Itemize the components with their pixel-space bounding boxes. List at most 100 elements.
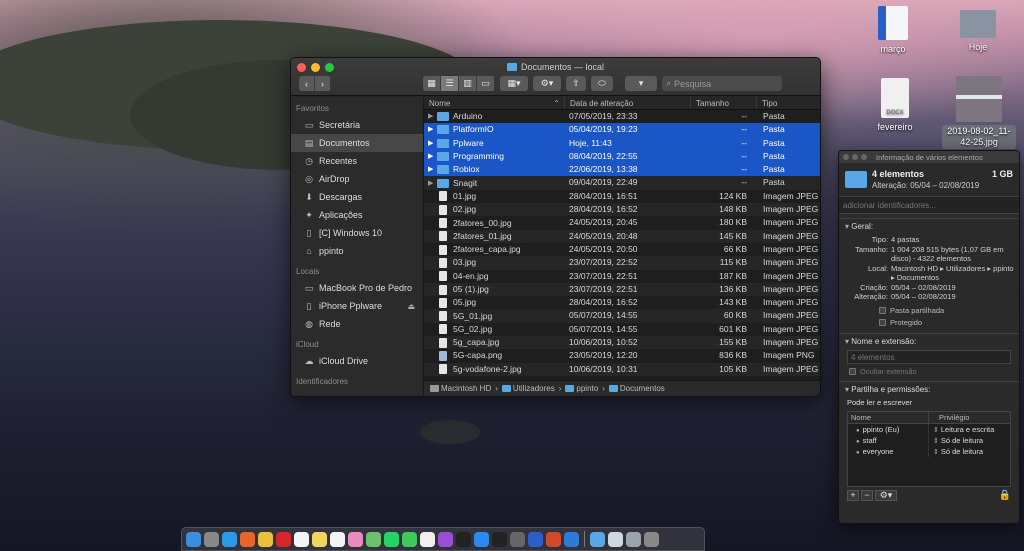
chrome-icon[interactable] (258, 531, 273, 547)
column-header-name[interactable]: Nome ⌃ (424, 97, 565, 109)
path-segment[interactable]: Documentos (608, 384, 665, 393)
reminders-icon[interactable] (330, 531, 345, 547)
tv-icon[interactable] (456, 531, 471, 547)
permission-action-icon[interactable]: ⚙▾ (875, 489, 897, 501)
disclosure-triangle-icon[interactable]: ▶ (428, 123, 437, 136)
photos-icon[interactable] (348, 531, 363, 547)
checkbox-box[interactable] (879, 319, 886, 326)
table-row[interactable]: 04-en.jpg 23/07/2019, 22:51 187 KB Imagem J… (424, 270, 820, 283)
table-row[interactable]: 5G-capa.png 23/05/2019, 12:20 836 KB Imagem… (424, 349, 820, 362)
eject-icon[interactable]: ⏏ (407, 302, 415, 311)
table-row[interactable]: 5G_02.jpg 05/07/2019, 14:55 601 KB Imagem J… (424, 323, 820, 336)
table-row[interactable]: ▶ Pplware Hoje, 11:43 -- Pasta (424, 136, 820, 150)
snagit-icon[interactable] (564, 531, 579, 547)
sidebar-item[interactable]: ▯ [C] Windows 10 (291, 224, 423, 242)
whatsapp-icon[interactable] (384, 531, 399, 547)
checkbox-box[interactable] (879, 307, 886, 314)
checkbox-box[interactable] (849, 368, 856, 375)
section-name-extension[interactable]: Nome e extensão: (839, 332, 1019, 348)
table-row[interactable]: 2fatores_capa.jpg 24/05/2019, 20:50 66 KB I… (424, 243, 820, 256)
desktop-file-fevereiro[interactable]: DOCX fevereiro (860, 78, 930, 134)
tags-input[interactable]: adicionar identificadores... (839, 196, 1019, 214)
table-row[interactable]: 5g-vodafone-2.jpg 10/06/2019, 10:31 105 KB… (424, 362, 820, 376)
finder-window[interactable]: Documentos — local ‹ › ▦ ☰ ▥ ▭ ▦▾ ⚙▾ ⇧ ⬭… (290, 57, 821, 397)
desktop-file-marco[interactable]: março (858, 6, 928, 56)
finder-icon[interactable] (186, 531, 201, 547)
messages-icon[interactable] (402, 531, 417, 547)
sidebar-item[interactable]: ⬇ Descargas (291, 188, 423, 206)
desktop-folder-hoje[interactable]: Hoje (943, 6, 1013, 54)
sidebar-item[interactable]: ▤ Documentos (291, 134, 423, 152)
sidebar-item[interactable]: ▯ iPhone Pplware ⏏ (291, 297, 423, 315)
sidebar-item[interactable]: ▭ MacBook Pro de Pedro (291, 279, 423, 297)
forward-button[interactable]: › (315, 76, 331, 91)
help-icon[interactable] (510, 531, 525, 547)
table-row[interactable]: 02.jpg 28/04/2019, 16:52 148 KB Imagem JPEG (424, 203, 820, 217)
sidebar-item[interactable]: ◷ Recentes (291, 152, 423, 170)
finder-titlebar[interactable]: Documentos — local ‹ › ▦ ☰ ▥ ▭ ▦▾ ⚙▾ ⇧ ⬭… (291, 58, 820, 96)
table-row[interactable]: 2fatores_00.jpg 24/05/2019, 20:45 180 KB Im… (424, 216, 820, 229)
column-view-icon[interactable]: ▥ (459, 76, 477, 91)
get-info-panel[interactable]: Informação de vários elementos 4 element… (838, 150, 1020, 524)
share-icon[interactable]: ⇧ (566, 76, 586, 91)
firefox-icon[interactable] (240, 531, 255, 547)
back-button[interactable]: ‹ (299, 76, 315, 91)
path-segment[interactable]: ppinto (565, 384, 598, 393)
sidebar-item[interactable]: ◍ Rede (291, 315, 423, 333)
sidebar-item[interactable]: ☁ iCloud Drive (291, 352, 423, 370)
column-header-size[interactable]: Tamanho (691, 97, 757, 109)
table-row[interactable]: 5g_capa.jpg 10/06/2019, 10:52 155 KB Imagem… (424, 336, 820, 350)
remove-user-button[interactable]: − (861, 489, 873, 501)
permission-row[interactable]: everyoneSó de leitura (848, 445, 1010, 457)
permission-row[interactable]: staffSó de leitura (848, 434, 1010, 446)
hide-extension-checkbox[interactable]: Ocultar extensão (839, 366, 1019, 378)
column-header-date[interactable]: Data de alteração (565, 97, 691, 109)
group-by-icon[interactable]: ▦▾ (500, 76, 528, 91)
launchpad-icon[interactable] (204, 531, 219, 547)
column-header-kind[interactable]: Tipo (757, 97, 820, 109)
calendar-icon[interactable] (294, 531, 309, 547)
podcasts-icon[interactable] (438, 531, 453, 547)
section-general[interactable]: Geral: (839, 218, 1019, 233)
music-icon[interactable] (420, 531, 435, 547)
tag-icon[interactable]: ⬭ (591, 76, 613, 91)
table-row[interactable]: ▶ PlatformIO 05/04/2019, 19:23 -- Pasta (424, 123, 820, 137)
sidebar-item[interactable]: ◎ AirDrop (291, 170, 423, 188)
permission-row[interactable]: ppinto (Eu)Leitura e escrita (848, 423, 1010, 435)
add-user-button[interactable]: + (847, 489, 859, 501)
action-gear-icon[interactable]: ⚙▾ (533, 76, 561, 91)
table-row[interactable]: 2fatores_01.jpg 24/05/2019, 20:48 145 KB Im… (424, 229, 820, 243)
powerpoint-icon[interactable] (546, 531, 561, 547)
close-button[interactable] (843, 154, 849, 160)
disclosure-triangle-icon[interactable]: ▶ (428, 177, 437, 190)
table-row[interactable]: ▶ Programming 08/04/2019, 22:55 -- Pasta (424, 149, 820, 164)
table-row[interactable]: 01.jpg 28/04/2019, 16:51 124 KB Imagem JPEG (424, 190, 820, 203)
path-segment[interactable]: Macintosh HD (430, 384, 491, 393)
table-row[interactable]: 03.jpg 23/07/2019, 22:52 115 KB Imagem JPEG (424, 256, 820, 270)
trash-icon[interactable] (644, 531, 659, 547)
maps-icon[interactable] (366, 531, 381, 547)
preview-icon[interactable] (608, 531, 623, 547)
table-row[interactable]: 05 (1).jpg 23/07/2019, 22:51 136 KB Imagem … (424, 282, 820, 297)
perm-privilege-select[interactable]: Leitura e escrita (929, 424, 994, 435)
disclosure-triangle-icon[interactable]: ▶ (428, 163, 437, 176)
table-row[interactable]: ▶ Arduino 07/05/2019, 23:33 -- Pasta (424, 110, 820, 123)
list-view-icon[interactable]: ☰ (441, 76, 459, 91)
gallery-view-icon[interactable]: ▭ (477, 76, 495, 91)
safari-icon[interactable] (222, 531, 237, 547)
disclosure-triangle-icon[interactable]: ▶ (428, 150, 437, 163)
folder-icon[interactable] (590, 531, 605, 547)
icon-view-icon[interactable]: ▦ (423, 76, 441, 91)
screenshot-icon[interactable] (626, 531, 641, 547)
table-row[interactable]: 5G_01.jpg 05/07/2019, 14:55 60 KB Imagem JP… (424, 309, 820, 323)
shared-folder-checkbox[interactable]: Pasta partilhada (839, 305, 1019, 317)
search-input[interactable]: ⌕ Pesquisa (662, 76, 782, 91)
path-segment[interactable]: Utilizadores (501, 384, 555, 393)
disclosure-triangle-icon[interactable]: ▶ (428, 137, 437, 150)
minimize-button[interactable] (852, 154, 858, 160)
app-store-icon[interactable] (474, 531, 489, 547)
terminal-icon[interactable] (492, 531, 507, 547)
section-permissions[interactable]: Partilha e permissões: (839, 380, 1019, 396)
sidebar-item[interactable]: ▭ Secretária (291, 116, 423, 134)
perm-privilege-select[interactable]: Só de leitura (929, 446, 983, 457)
